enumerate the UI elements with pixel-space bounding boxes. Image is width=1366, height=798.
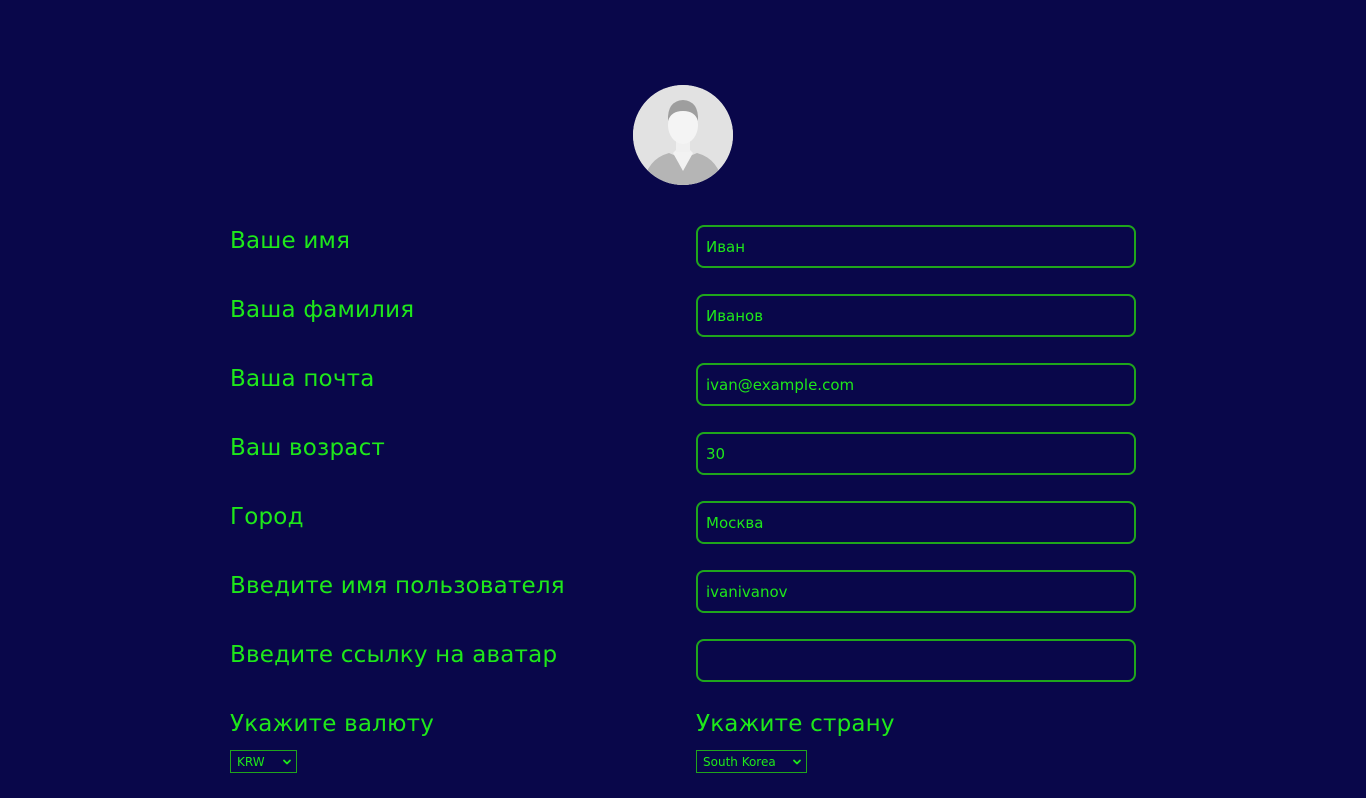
username-input[interactable] (696, 570, 1136, 613)
avatar-url-row: Введите ссылку на аватар (230, 639, 1136, 682)
last-name-row: Ваша фамилия (230, 294, 1136, 337)
last-name-input[interactable] (696, 294, 1136, 337)
username-row: Введите имя пользователя (230, 570, 1136, 613)
city-label: Город (230, 504, 304, 530)
country-selected-value: South Korea (703, 754, 776, 769)
currency-label: Укажите валюту (230, 711, 435, 737)
username-label: Введите имя пользователя (230, 573, 565, 599)
email-row: Ваша почта (230, 363, 1136, 406)
age-input[interactable] (696, 432, 1136, 475)
city-row: Город (230, 501, 1136, 544)
chevron-down-icon (283, 759, 291, 764)
email-input[interactable] (696, 363, 1136, 406)
age-row: Ваш возраст (230, 432, 1136, 475)
profile-form-page: Ваше имя Ваша фамилия Ваша почта Ваш воз… (0, 0, 1366, 798)
avatar-url-input[interactable] (696, 639, 1136, 682)
first-name-row: Ваше имя (230, 225, 1136, 268)
currency-selected-value: KRW (237, 754, 265, 769)
age-label: Ваш возраст (230, 435, 386, 461)
email-label: Ваша почта (230, 366, 375, 392)
country-select[interactable]: South Korea (696, 750, 807, 773)
last-name-label: Ваша фамилия (230, 297, 415, 323)
avatar-url-label: Введите ссылку на аватар (230, 642, 558, 668)
avatar (633, 85, 733, 185)
city-input[interactable] (696, 501, 1136, 544)
user-silhouette-icon (633, 85, 733, 185)
country-label: Укажите страну (696, 711, 895, 737)
currency-select[interactable]: KRW (230, 750, 297, 773)
first-name-input[interactable] (696, 225, 1136, 268)
chevron-down-icon (793, 759, 801, 764)
first-name-label: Ваше имя (230, 228, 351, 254)
